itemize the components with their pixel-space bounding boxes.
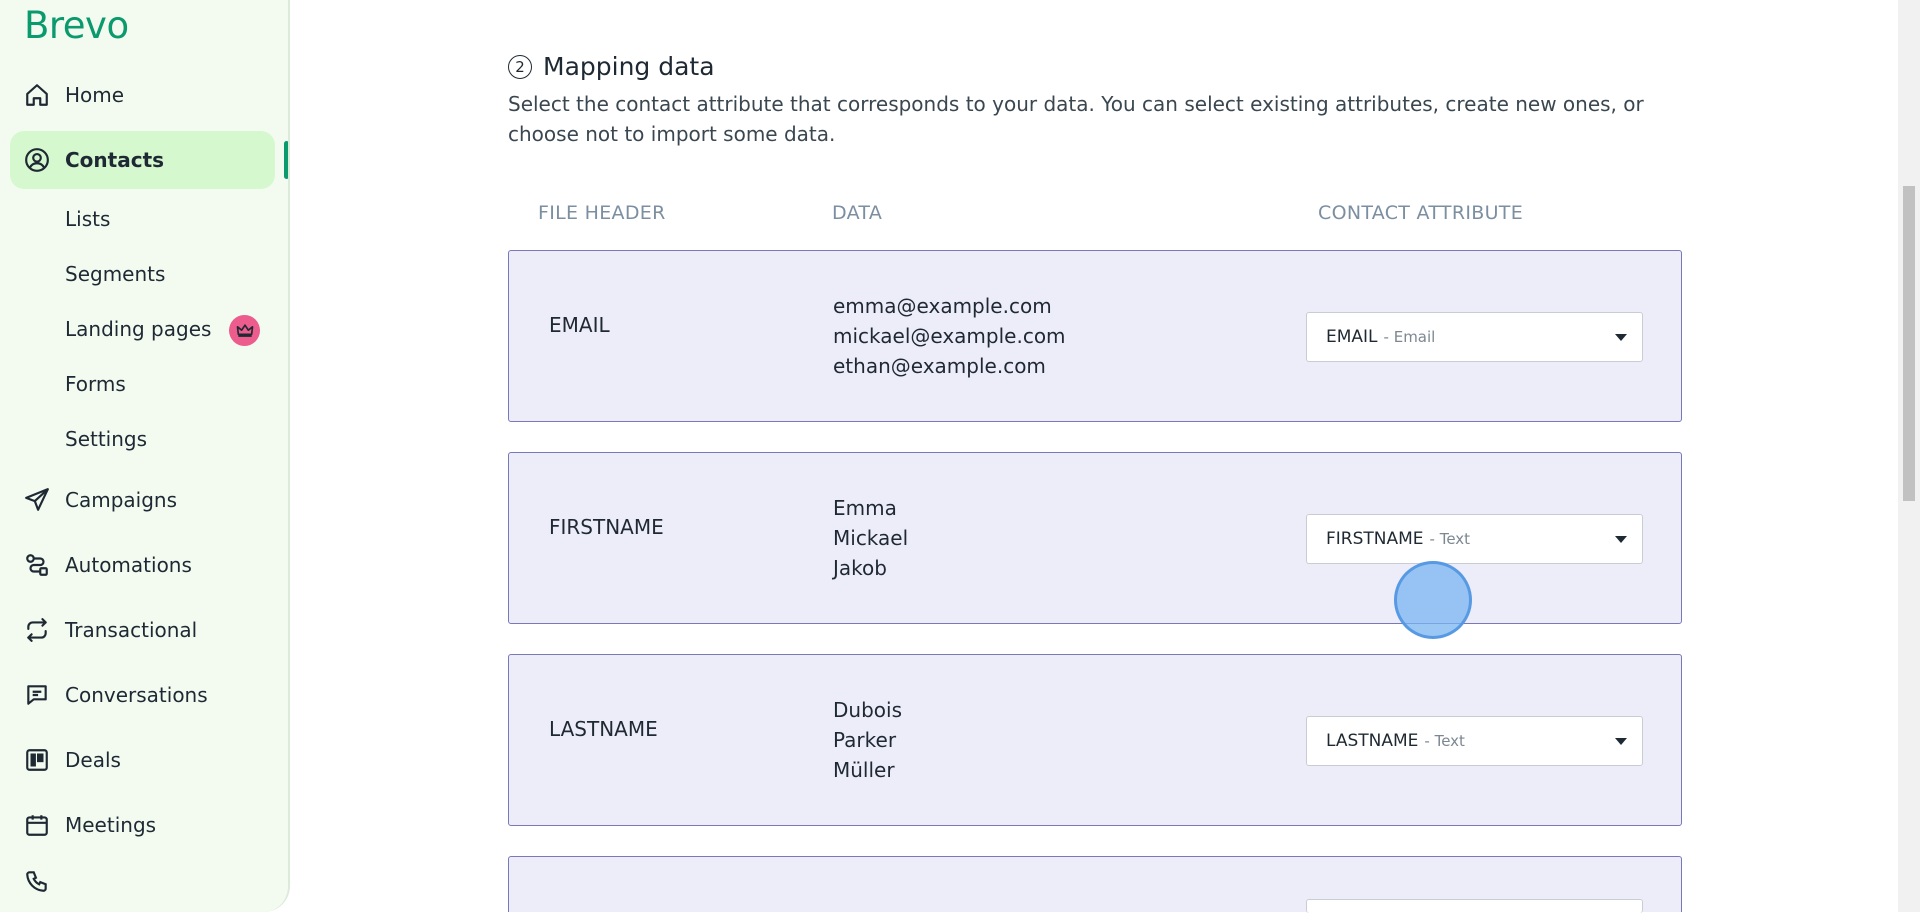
attribute-type: - Text [1424, 732, 1465, 750]
section-title-text: Mapping data [543, 52, 715, 81]
deals-icon [23, 746, 51, 774]
mapping-row-lastname: LASTNAME Dubois Parker Müller LASTNAME -… [508, 654, 1682, 826]
main-content: 2 Mapping data Select the contact attrib… [292, 0, 1898, 913]
sidebar-subitem-segments[interactable]: Segments [65, 256, 165, 292]
sidebar-item-label: Campaigns [65, 488, 178, 512]
data-value: Jakob [833, 556, 887, 580]
attribute-name: FIRSTNAME [1326, 529, 1424, 549]
automations-icon [23, 551, 51, 579]
row-data: emma@example.com mickael@example.com eth… [833, 291, 1066, 381]
attribute-select[interactable]: EMAIL - Email [1306, 312, 1643, 362]
active-indicator [284, 141, 288, 179]
data-value: Emma [833, 496, 897, 520]
home-icon [23, 81, 51, 109]
phone-icon [23, 867, 51, 895]
column-header-contact-attribute: CONTACT ATTRIBUTE [1318, 202, 1523, 224]
section-description: Select the contact attribute that corres… [508, 92, 1644, 146]
mapping-row-firstname: FIRSTNAME Emma Mickael Jakob FIRSTNAME -… [508, 452, 1682, 624]
row-file-header: FIRSTNAME [549, 515, 664, 539]
mapping-row-email: EMAIL emma@example.com mickael@example.c… [508, 250, 1682, 422]
sidebar-item-label: Contacts [65, 148, 165, 172]
attribute-select[interactable]: FIRSTNAME - Text [1306, 514, 1643, 564]
sidebar-item-campaigns[interactable]: Campaigns [10, 471, 275, 529]
chat-icon [23, 681, 51, 709]
data-value: Müller [833, 758, 895, 782]
chevron-down-icon [1615, 334, 1627, 341]
sidebar-item-label: Home [65, 83, 125, 107]
chevron-down-icon [1615, 536, 1627, 543]
sidebar-item-label: Transactional [65, 618, 198, 642]
sidebar-item-home[interactable]: Home [10, 66, 275, 124]
sidebar-item-automations[interactable]: Automations [10, 536, 275, 594]
sidebar-subitem-settings[interactable]: Settings [65, 421, 147, 457]
mapping-row-partial [508, 856, 1682, 913]
attribute-select[interactable] [1306, 899, 1643, 913]
data-value: ethan@example.com [833, 354, 1046, 378]
crown-icon [229, 315, 260, 346]
data-value: Parker [833, 728, 897, 752]
data-value: emma@example.com [833, 294, 1052, 318]
scrollbar-thumb[interactable] [1903, 186, 1915, 501]
sidebar-subitem-lists[interactable]: Lists [65, 201, 110, 237]
sidebar-item-partial[interactable] [10, 861, 275, 901]
attribute-type: - Text [1429, 530, 1471, 548]
section-title: 2 Mapping data [508, 52, 715, 81]
row-file-header: EMAIL [549, 313, 610, 337]
click-indicator [1394, 561, 1472, 639]
row-file-header: LASTNAME [549, 717, 658, 741]
sidebar-item-label: Conversations [65, 683, 208, 707]
sidebar-item-label: Automations [65, 553, 192, 577]
sidebar-subitem-landing-pages[interactable]: Landing pages [65, 311, 211, 347]
row-data: Dubois Parker Müller [833, 695, 902, 785]
contacts-icon [23, 146, 51, 174]
sidebar-item-meetings[interactable]: Meetings [10, 796, 275, 854]
sidebar: Brevo Home Contacts Lists Segments Landi… [0, 0, 290, 912]
attribute-type: - Email [1383, 328, 1436, 346]
calendar-icon [23, 811, 51, 839]
transactional-icon [23, 616, 51, 644]
chevron-down-icon [1615, 738, 1627, 745]
step-number: 2 [508, 54, 532, 79]
attribute-name: EMAIL [1326, 327, 1378, 347]
sidebar-item-transactional[interactable]: Transactional [10, 601, 275, 659]
send-icon [23, 486, 51, 514]
sidebar-subitem-forms[interactable]: Forms [65, 366, 126, 402]
sidebar-item-conversations[interactable]: Conversations [10, 666, 275, 724]
data-value: mickael@example.com [833, 324, 1066, 348]
row-data: Emma Mickael Jakob [833, 493, 908, 583]
sidebar-item-label: Meetings [65, 813, 157, 837]
brevo-logo[interactable]: Brevo [24, 4, 129, 47]
attribute-select[interactable]: LASTNAME - Text [1306, 716, 1643, 766]
sidebar-item-label: Deals [65, 748, 121, 772]
data-value: Mickael [833, 526, 909, 550]
column-header-data: DATA [832, 202, 883, 224]
scrollbar[interactable] [1898, 0, 1920, 912]
sidebar-item-contacts[interactable]: Contacts [10, 131, 275, 189]
attribute-name: LASTNAME [1326, 731, 1419, 751]
data-value: Dubois [833, 698, 902, 722]
sidebar-item-deals[interactable]: Deals [10, 731, 275, 789]
column-header-file-header: FILE HEADER [538, 202, 666, 224]
